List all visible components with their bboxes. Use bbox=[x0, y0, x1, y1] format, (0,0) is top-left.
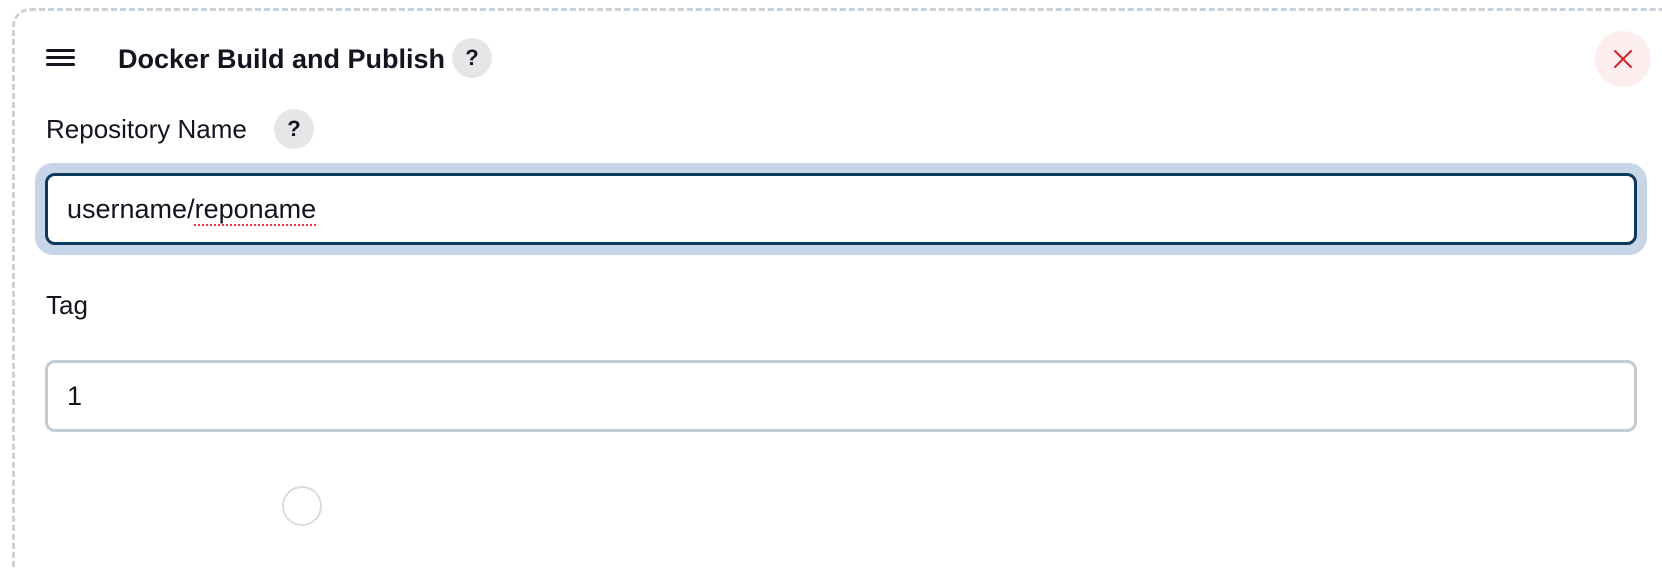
section-title: Docker Build and Publish bbox=[118, 44, 446, 74]
repository-value-misspelled: reponame bbox=[194, 194, 317, 224]
repository-value-prefix: username/ bbox=[67, 194, 195, 224]
section-help-button[interactable]: ? bbox=[452, 38, 492, 78]
build-step-panel bbox=[12, 8, 1662, 568]
drag-handle-icon[interactable] bbox=[46, 46, 76, 68]
repository-help-button[interactable]: ? bbox=[274, 109, 314, 149]
tag-input[interactable]: 1 bbox=[45, 360, 1637, 432]
next-help-icon-partial bbox=[282, 486, 322, 526]
delete-step-button[interactable] bbox=[1595, 31, 1651, 87]
repository-name-label: Repository Name bbox=[46, 114, 247, 144]
close-icon bbox=[1614, 50, 1632, 68]
tag-label: Tag bbox=[46, 290, 88, 320]
repository-name-input[interactable]: username/reponame bbox=[45, 173, 1637, 245]
